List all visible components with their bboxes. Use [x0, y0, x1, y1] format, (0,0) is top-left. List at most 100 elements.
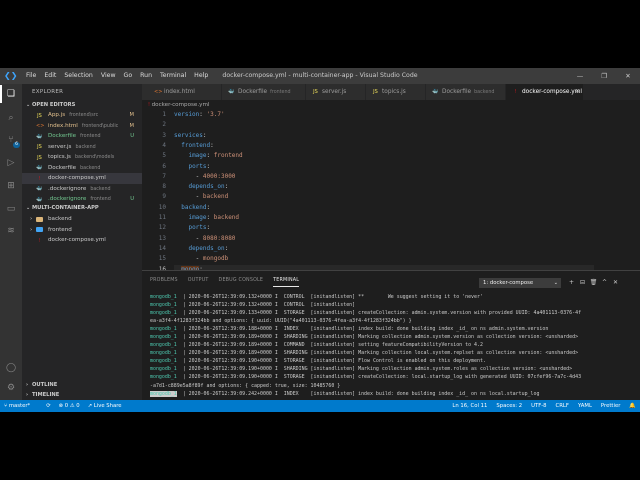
- menu-run[interactable]: Run: [136, 68, 156, 84]
- file-type-icon: JS: [37, 144, 42, 150]
- code-line: image: backend: [174, 213, 239, 223]
- problems-status[interactable]: ⊗ 0 ⚠ 0: [59, 400, 80, 412]
- window-title: docker-compose.yml - multi-container-app…: [222, 72, 418, 79]
- file-name-text: App.js: [48, 112, 66, 118]
- minimize-icon[interactable]: —: [568, 68, 592, 84]
- encoding[interactable]: UTF-8: [531, 400, 546, 412]
- code-token: -: [174, 193, 203, 201]
- maximize-panel-icon[interactable]: ^: [599, 278, 610, 288]
- tab-docker-compose-yml[interactable]: ! docker-compose.yml ✕: [506, 84, 584, 100]
- open-editors-header[interactable]: ⌄ OPEN EDITORS: [22, 100, 142, 110]
- open-editor-item[interactable]: JS App.js frontend\src M: [22, 110, 142, 121]
- folder-item[interactable]: › backend: [22, 214, 142, 225]
- file-type-icon: 🐳: [36, 133, 43, 140]
- open-editor-item[interactable]: 🐳 Dockerfile backend: [22, 163, 142, 174]
- terminal-service-name: mongodb_1: [150, 350, 177, 357]
- file-path: frontend: [90, 197, 111, 202]
- open-editor-item[interactable]: 🐳 Dockerfile frontend U: [22, 131, 142, 142]
- formatter[interactable]: Prettier: [601, 400, 620, 412]
- code-line: services:: [174, 131, 207, 141]
- breadcrumb[interactable]: ! docker-compose.yml: [142, 100, 209, 110]
- tab-server-js[interactable]: JS server.js: [306, 84, 366, 100]
- file-name-text: Dockerfile: [48, 133, 77, 139]
- terminal-line: mongodb_1 | 2020-06-26T12:39:09.189+0000…: [150, 341, 636, 349]
- terminal-select[interactable]: 1: docker-compose ⌄: [479, 278, 561, 288]
- code-token: frontend: [213, 152, 243, 160]
- tab-label: index.html: [164, 89, 195, 95]
- tab-index-html[interactable]: <> index.html: [148, 84, 222, 100]
- split-terminal-icon[interactable]: ⊟: [577, 278, 588, 288]
- menu-selection[interactable]: Selection: [60, 68, 97, 84]
- code-token: backend: [213, 214, 240, 221]
- search-icon[interactable]: ⌕: [5, 112, 17, 124]
- open-editor-item[interactable]: 🐳 .dockerignore backend: [22, 184, 142, 195]
- file-name: index.html frontend\public: [48, 121, 118, 132]
- chevron-down-icon: ⌄: [553, 280, 558, 286]
- docker-icon[interactable]: ≋: [5, 225, 17, 237]
- tab-dockerfile[interactable]: 🐳 Dockerfile frontend: [222, 84, 306, 100]
- menu-file[interactable]: File: [22, 68, 40, 84]
- open-editor-item[interactable]: <> index.html frontend\public M: [22, 121, 142, 132]
- cursor-position[interactable]: Ln 16, Col 11: [452, 400, 487, 412]
- tab-label: docker-compose.yml: [522, 89, 582, 95]
- files-icon[interactable]: ❏: [0, 85, 17, 103]
- sync-icon[interactable]: ⟳: [46, 400, 50, 412]
- file-name-text: Dockerfile: [48, 164, 77, 171]
- extensions-icon[interactable]: ⊞: [5, 180, 17, 192]
- tab-dockerfile[interactable]: 🐳 Dockerfile backend: [426, 84, 506, 100]
- file-type-icon: [142, 89, 147, 95]
- line-ending[interactable]: CRLF: [556, 400, 569, 412]
- outline-header[interactable]: › OUTLINE: [22, 380, 142, 390]
- run-debug-icon[interactable]: ▷: [5, 157, 17, 169]
- account-icon[interactable]: ◯: [5, 362, 17, 374]
- menu-go[interactable]: Go: [120, 68, 137, 84]
- source-control-icon[interactable]: ⑂ 6: [5, 134, 20, 148]
- menu-edit[interactable]: Edit: [40, 68, 60, 84]
- remote-explorer-icon[interactable]: ▭: [5, 203, 17, 215]
- code-token: ports: [188, 162, 207, 170]
- timeline-header[interactable]: › TIMELINE: [22, 390, 142, 400]
- panel-tab-debug-console[interactable]: DEBUG CONSOLE: [219, 276, 264, 287]
- notifications-bell-icon[interactable]: 🔔: [629, 400, 636, 412]
- menu-view[interactable]: View: [97, 68, 120, 84]
- file-item[interactable]: ! docker-compose.yml: [22, 235, 142, 246]
- open-editor-item[interactable]: ! docker-compose.yml: [22, 173, 142, 184]
- window-controls: — ❐ ✕: [568, 68, 640, 84]
- code-token: '3.7': [206, 111, 225, 118]
- tab-topics-js[interactable]: JS topics.js: [366, 84, 426, 100]
- panel-tab-problems[interactable]: PROBLEMS: [150, 276, 178, 287]
- terminal-text: -a7d1-c889e5a8f89f and options: { capped…: [150, 382, 341, 389]
- code-line: - 8080:8080: [174, 234, 236, 244]
- folder-item[interactable]: › frontend: [22, 225, 142, 236]
- open-editor-item[interactable]: JS server.js backend: [22, 142, 142, 153]
- terminal-select-value: 1: docker-compose: [483, 280, 534, 286]
- terminal-service-name: mongodb_1: [150, 294, 177, 300]
- code-token: backend: [181, 203, 207, 211]
- restore-icon[interactable]: ❐: [592, 68, 616, 84]
- close-tab-icon[interactable]: ✕: [575, 84, 580, 100]
- code-token: depends_on: [188, 244, 225, 252]
- timeline-label: TIMELINE: [32, 392, 60, 398]
- close-panel-icon[interactable]: ✕: [610, 278, 621, 288]
- indentation[interactable]: Spaces: 2: [496, 400, 522, 412]
- open-editor-item[interactable]: JS topics.js backend\models: [22, 152, 142, 163]
- code-editor[interactable]: 1 version: '3.7' 2 3 services: 4 frontend: 5 i…: [142, 110, 640, 283]
- live-share-label: Live Share: [93, 403, 122, 409]
- live-share[interactable]: ↗ Live Share: [88, 400, 130, 412]
- line-number: 4: [162, 141, 166, 149]
- settings-gear-icon[interactable]: ⚙: [5, 382, 17, 394]
- panel-tab-terminal[interactable]: TERMINAL: [273, 276, 300, 287]
- terminal-text: | 2020-06-26T12:39:09.190+0000 I STORAGE…: [176, 374, 582, 381]
- close-icon[interactable]: ✕: [616, 68, 640, 84]
- new-terminal-icon[interactable]: +: [566, 278, 577, 288]
- trash-icon[interactable]: 🗑: [588, 278, 599, 288]
- project-header[interactable]: ⌄ MULTI-CONTAINER-APP: [22, 203, 142, 213]
- panel-tab-output[interactable]: OUTPUT: [188, 276, 209, 287]
- chevron-right-icon: ›: [30, 216, 33, 222]
- language-mode[interactable]: YAML: [578, 400, 592, 412]
- activity-bar: ❏ ⌕ ⑂ 6 ▷ ⊞ ▭ ≋ ◯ ⚙: [0, 84, 22, 400]
- terminal-output[interactable]: mongodb_1 | 2020-06-26T12:39:09.132+0000…: [150, 293, 636, 401]
- git-branch[interactable]: ⑂ master*: [4, 400, 38, 412]
- file-type-icon: 🐳: [36, 186, 43, 192]
- terminal-text: | 2020-06-26T12:39:09.242+0000 I INDEX […: [176, 390, 540, 397]
